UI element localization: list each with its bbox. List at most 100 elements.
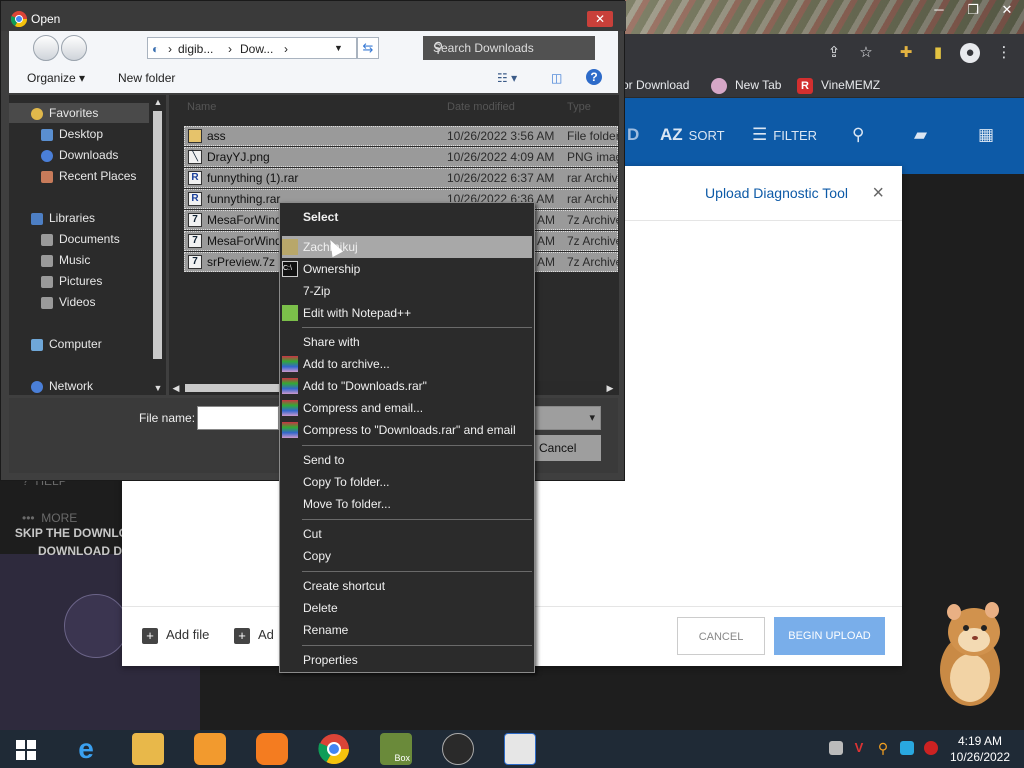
- tray-record-icon[interactable]: [924, 741, 938, 755]
- new-folder-icon[interactable]: ▰: [914, 125, 933, 145]
- nav-computer[interactable]: Computer: [31, 337, 102, 351]
- nav-scroll-thumb[interactable]: [153, 111, 162, 359]
- back-button[interactable]: [33, 35, 59, 61]
- media-player-icon[interactable]: [194, 733, 226, 765]
- new-folder-button[interactable]: New folder: [118, 71, 175, 85]
- scroll-up-icon[interactable]: ▲: [150, 95, 166, 109]
- scroll-left-icon[interactable]: ◀: [169, 381, 183, 395]
- add-file-button[interactable]: + Add file: [142, 627, 209, 644]
- winrar-icon: [282, 378, 298, 394]
- menu-item-compress-email[interactable]: Compress and email...: [303, 397, 531, 419]
- dialog-close-button[interactable]: ✕: [587, 11, 613, 27]
- hscroll-thumb[interactable]: [185, 384, 280, 392]
- address-bar[interactable]: ◐ › digib... › Dow... › ▼: [147, 37, 357, 59]
- add-folder-button[interactable]: + Ad: [234, 627, 274, 644]
- nav-network[interactable]: Network: [31, 379, 93, 393]
- grid-view-icon[interactable]: ▦: [978, 125, 1000, 145]
- nav-music[interactable]: Music: [41, 253, 90, 267]
- close-icon[interactable]: ×: [872, 182, 884, 205]
- nav-desktop[interactable]: Desktop: [41, 127, 103, 141]
- bookmark-new-tab[interactable]: New Tab: [711, 76, 781, 94]
- maximize-button[interactable]: ❐: [956, 0, 990, 22]
- star-icon[interactable]: ☆: [856, 43, 876, 63]
- sort-button[interactable]: AZ SORT: [660, 125, 725, 145]
- clock-date: 10/26/2022: [949, 750, 1011, 764]
- close-window-button[interactable]: ✕: [990, 0, 1024, 22]
- pictures-icon: [41, 275, 53, 288]
- downloads-icon: [41, 149, 53, 162]
- refresh-icon[interactable]: ⇆: [357, 37, 379, 59]
- organize-button[interactable]: Organize ▾: [27, 71, 85, 85]
- file-type: rar Archive: [567, 171, 618, 185]
- menu-item-7zip[interactable]: 7-Zip: [303, 280, 531, 302]
- search-input[interactable]: Search Downloads ⚲: [423, 36, 595, 60]
- menu-item-copy-to-folder[interactable]: Copy To folder...: [303, 471, 531, 493]
- nav-downloads[interactable]: Downloads: [41, 148, 118, 162]
- file-date: 10/26/2022 4:09 AM: [447, 150, 555, 164]
- extensions-icon[interactable]: ✚: [896, 43, 916, 63]
- menu-item-cut[interactable]: Cut: [303, 523, 531, 545]
- menu-item-edit-notepad[interactable]: Edit with Notepad++: [303, 302, 531, 324]
- internet-explorer-icon[interactable]: e: [70, 733, 102, 765]
- filter-button[interactable]: ☰ FILTER: [752, 125, 817, 145]
- preview-pane-icon[interactable]: ◫: [551, 71, 562, 85]
- menu-item-properties[interactable]: Properties: [303, 649, 531, 671]
- 7z-file-icon: 7: [188, 234, 202, 248]
- scroll-right-icon[interactable]: ▶: [603, 381, 617, 395]
- dialog-cancel-button[interactable]: Cancel: [534, 435, 601, 461]
- nav-scrollbar[interactable]: ▲ ▼: [150, 95, 166, 395]
- menu-item-select[interactable]: Select: [303, 206, 531, 228]
- bookmark-vinememz[interactable]: R VineMEMZ: [797, 76, 880, 94]
- file-name-input[interactable]: [197, 406, 279, 430]
- address-dropdown-icon[interactable]: ▼: [334, 43, 343, 53]
- menu-item-delete[interactable]: Delete: [303, 597, 531, 619]
- nav-libraries[interactable]: Libraries: [31, 211, 95, 225]
- file-type-dropdown[interactable]: ▾: [534, 406, 601, 430]
- profile-icon[interactable]: ●: [960, 43, 980, 63]
- view-options-icon[interactable]: ☷ ▾: [497, 71, 517, 85]
- uc-browser-icon[interactable]: [256, 733, 288, 765]
- help-icon[interactable]: ?: [586, 69, 602, 85]
- nav-recent-places[interactable]: Recent Places: [41, 169, 136, 183]
- tray-search-icon[interactable]: ⚲: [876, 741, 890, 755]
- column-type[interactable]: Type: [567, 101, 591, 113]
- column-date-modified[interactable]: Date modified: [447, 101, 515, 113]
- nav-videos[interactable]: Videos: [41, 295, 95, 309]
- sidebar-icon[interactable]: ▮: [928, 43, 948, 63]
- column-name[interactable]: Name: [187, 101, 216, 113]
- windows-start-icon[interactable]: [16, 740, 36, 760]
- timer-icon[interactable]: [442, 733, 474, 765]
- forward-button[interactable]: [61, 35, 87, 61]
- begin-upload-button[interactable]: BEGIN UPLOAD: [774, 617, 885, 655]
- menu-item-copy[interactable]: Copy: [303, 545, 531, 567]
- share-icon[interactable]: ⇪: [824, 43, 844, 63]
- search-icon[interactable]: ⚲: [852, 125, 870, 145]
- cancel-upload-button[interactable]: CANCEL: [677, 617, 765, 655]
- nav-documents[interactable]: Documents: [41, 232, 120, 246]
- nav-pictures[interactable]: Pictures: [41, 274, 102, 288]
- menu-icon[interactable]: ⋮: [994, 43, 1014, 63]
- menu-item-move-to-folder[interactable]: Move To folder...: [303, 493, 531, 515]
- menu-item-add-archive[interactable]: Add to archive...: [303, 353, 531, 375]
- system-clock[interactable]: 4:19 AM 10/26/2022: [940, 733, 1020, 765]
- tray-antivirus-icon[interactable]: V: [852, 741, 866, 755]
- more-link[interactable]: ••• MORE: [22, 511, 77, 525]
- menu-item-create-shortcut[interactable]: Create shortcut: [303, 575, 531, 597]
- document-viewer-icon[interactable]: [504, 733, 536, 765]
- menu-item-compress-rar-email[interactable]: Compress to "Downloads.rar" and email: [303, 419, 531, 441]
- menu-item-ownership[interactable]: Ownership: [303, 258, 531, 280]
- minimize-button[interactable]: ─: [922, 0, 956, 22]
- file-date: AM: [537, 255, 555, 269]
- menu-item-rename[interactable]: Rename: [303, 619, 531, 641]
- menu-item-send-to[interactable]: Send to: [303, 449, 531, 471]
- chrome-taskbar-icon[interactable]: [318, 733, 350, 765]
- scroll-down-icon[interactable]: ▼: [150, 381, 166, 395]
- nav-favorites[interactable]: Favorites: [31, 106, 98, 120]
- menu-item-share-with[interactable]: Share with: [303, 331, 531, 353]
- bookmark-download[interactable]: or Download: [622, 76, 689, 94]
- bonzi-box-icon[interactable]: Box: [380, 733, 412, 765]
- tray-display-icon[interactable]: [900, 741, 914, 755]
- menu-item-add-downloads-rar[interactable]: Add to "Downloads.rar": [303, 375, 531, 397]
- file-explorer-icon[interactable]: [132, 733, 164, 765]
- tray-network-icon[interactable]: [829, 741, 843, 755]
